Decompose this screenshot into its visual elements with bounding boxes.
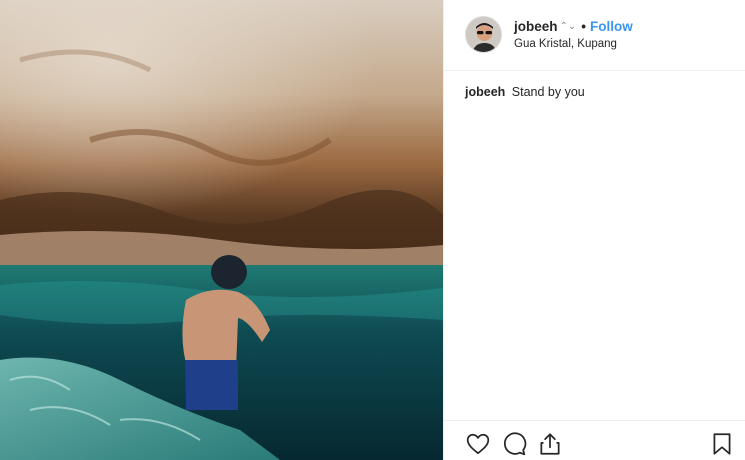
post-sidebar: jobeeh ⌃⌄ • Follow Gua Kristal, Kupang j… [443, 0, 745, 460]
instagram-post: jobeeh ⌃⌄ • Follow Gua Kristal, Kupang j… [0, 0, 745, 460]
action-bar [444, 420, 745, 460]
post-photo[interactable] [0, 0, 443, 460]
post-header: jobeeh ⌃⌄ • Follow Gua Kristal, Kupang [444, 0, 745, 71]
cave-pool-image [0, 0, 443, 460]
caption-username[interactable]: jobeeh [465, 85, 505, 99]
username-link[interactable]: jobeeh [514, 19, 558, 34]
follow-button[interactable]: Follow [590, 19, 633, 34]
sort-indicator-icon: ⌃⌄ [559, 21, 577, 32]
avatar[interactable] [465, 16, 502, 53]
profile-photo [466, 17, 501, 52]
heart-icon[interactable] [465, 431, 491, 457]
caption-text: Stand by you [511, 85, 585, 99]
location-link[interactable]: Gua Kristal, Kupang [514, 38, 617, 50]
user-line: jobeeh ⌃⌄ • Follow [514, 19, 633, 34]
bookmark-icon[interactable] [709, 431, 735, 457]
separator-dot: • [581, 19, 587, 34]
comment-icon[interactable] [501, 431, 527, 457]
caption: jobeeh Stand by you [465, 85, 585, 99]
share-icon[interactable] [537, 431, 563, 457]
